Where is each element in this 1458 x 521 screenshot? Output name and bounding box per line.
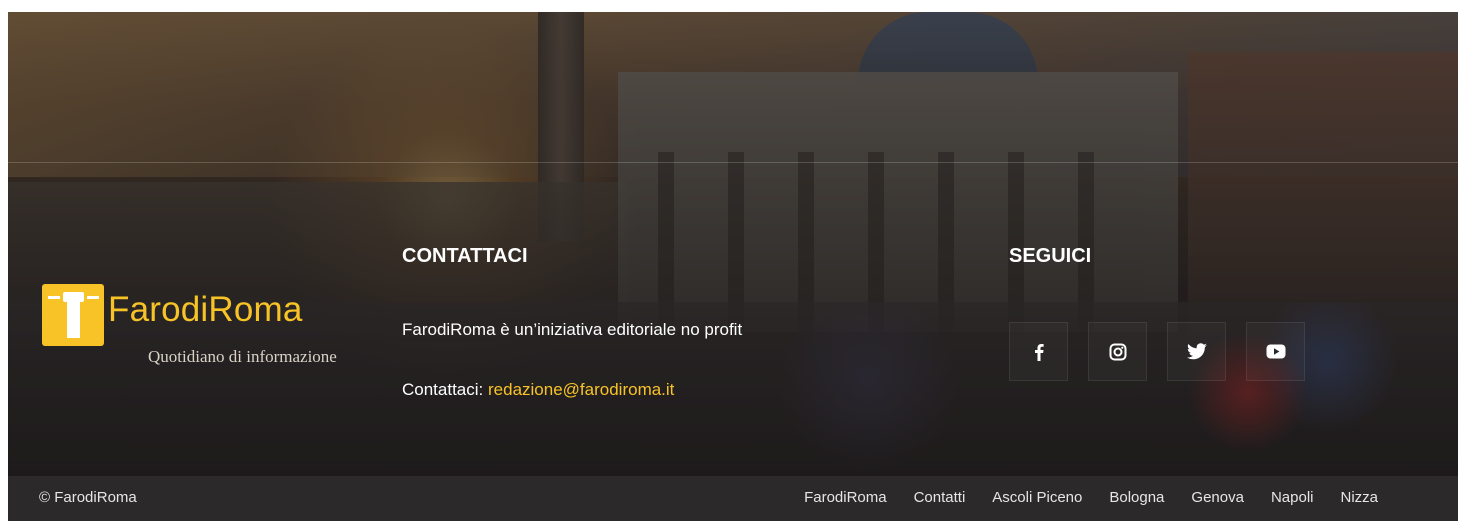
hero-background (8, 12, 1458, 476)
twitter-button[interactable] (1167, 322, 1226, 381)
lighthouse-icon (42, 284, 104, 346)
footer-link-farodiroma[interactable]: FarodiRoma (804, 489, 887, 506)
contact-label: Contattaci: (402, 380, 484, 399)
twitter-icon (1186, 342, 1207, 359)
footer-link-genova[interactable]: Genova (1191, 489, 1244, 506)
bottom-bar: © FarodiRoma FarodiRoma Contatti Ascoli … (8, 476, 1458, 521)
footer-link-bologna[interactable]: Bologna (1109, 489, 1164, 506)
youtube-button[interactable] (1246, 322, 1305, 381)
youtube-icon (1266, 344, 1285, 359)
logo-brand-name: FarodiRoma (108, 290, 303, 329)
contact-email-link[interactable]: redazione@farodiroma.it (488, 380, 674, 399)
copyright-text: © FarodiRoma (39, 489, 137, 506)
divider (8, 162, 1458, 163)
instagram-icon (1109, 343, 1126, 360)
instagram-button[interactable] (1088, 322, 1147, 381)
social-links (1009, 322, 1305, 381)
site-footer: FarodiRoma Quotidiano di informazione CO… (8, 12, 1458, 521)
follow-heading: SEGUICI (1009, 245, 1092, 267)
footer-nav: FarodiRoma Contatti Ascoli Piceno Bologn… (804, 489, 1378, 506)
facebook-button[interactable] (1009, 322, 1068, 381)
footer-link-ascoli-piceno[interactable]: Ascoli Piceno (992, 489, 1082, 506)
footer-link-nizza[interactable]: Nizza (1340, 489, 1378, 506)
logo-tagline: Quotidiano di informazione (148, 347, 337, 366)
contact-heading: CONTATTACI (402, 245, 528, 267)
site-logo[interactable]: FarodiRoma Quotidiano di informazione (42, 284, 352, 379)
contact-description: FarodiRoma è un’iniziativa editoriale no… (402, 320, 743, 339)
contact-line: Contattaci: redazione@farodiroma.it (402, 380, 674, 400)
footer-link-contatti[interactable]: Contatti (914, 489, 966, 506)
facebook-icon (1034, 343, 1044, 361)
footer-link-napoli[interactable]: Napoli (1271, 489, 1314, 506)
